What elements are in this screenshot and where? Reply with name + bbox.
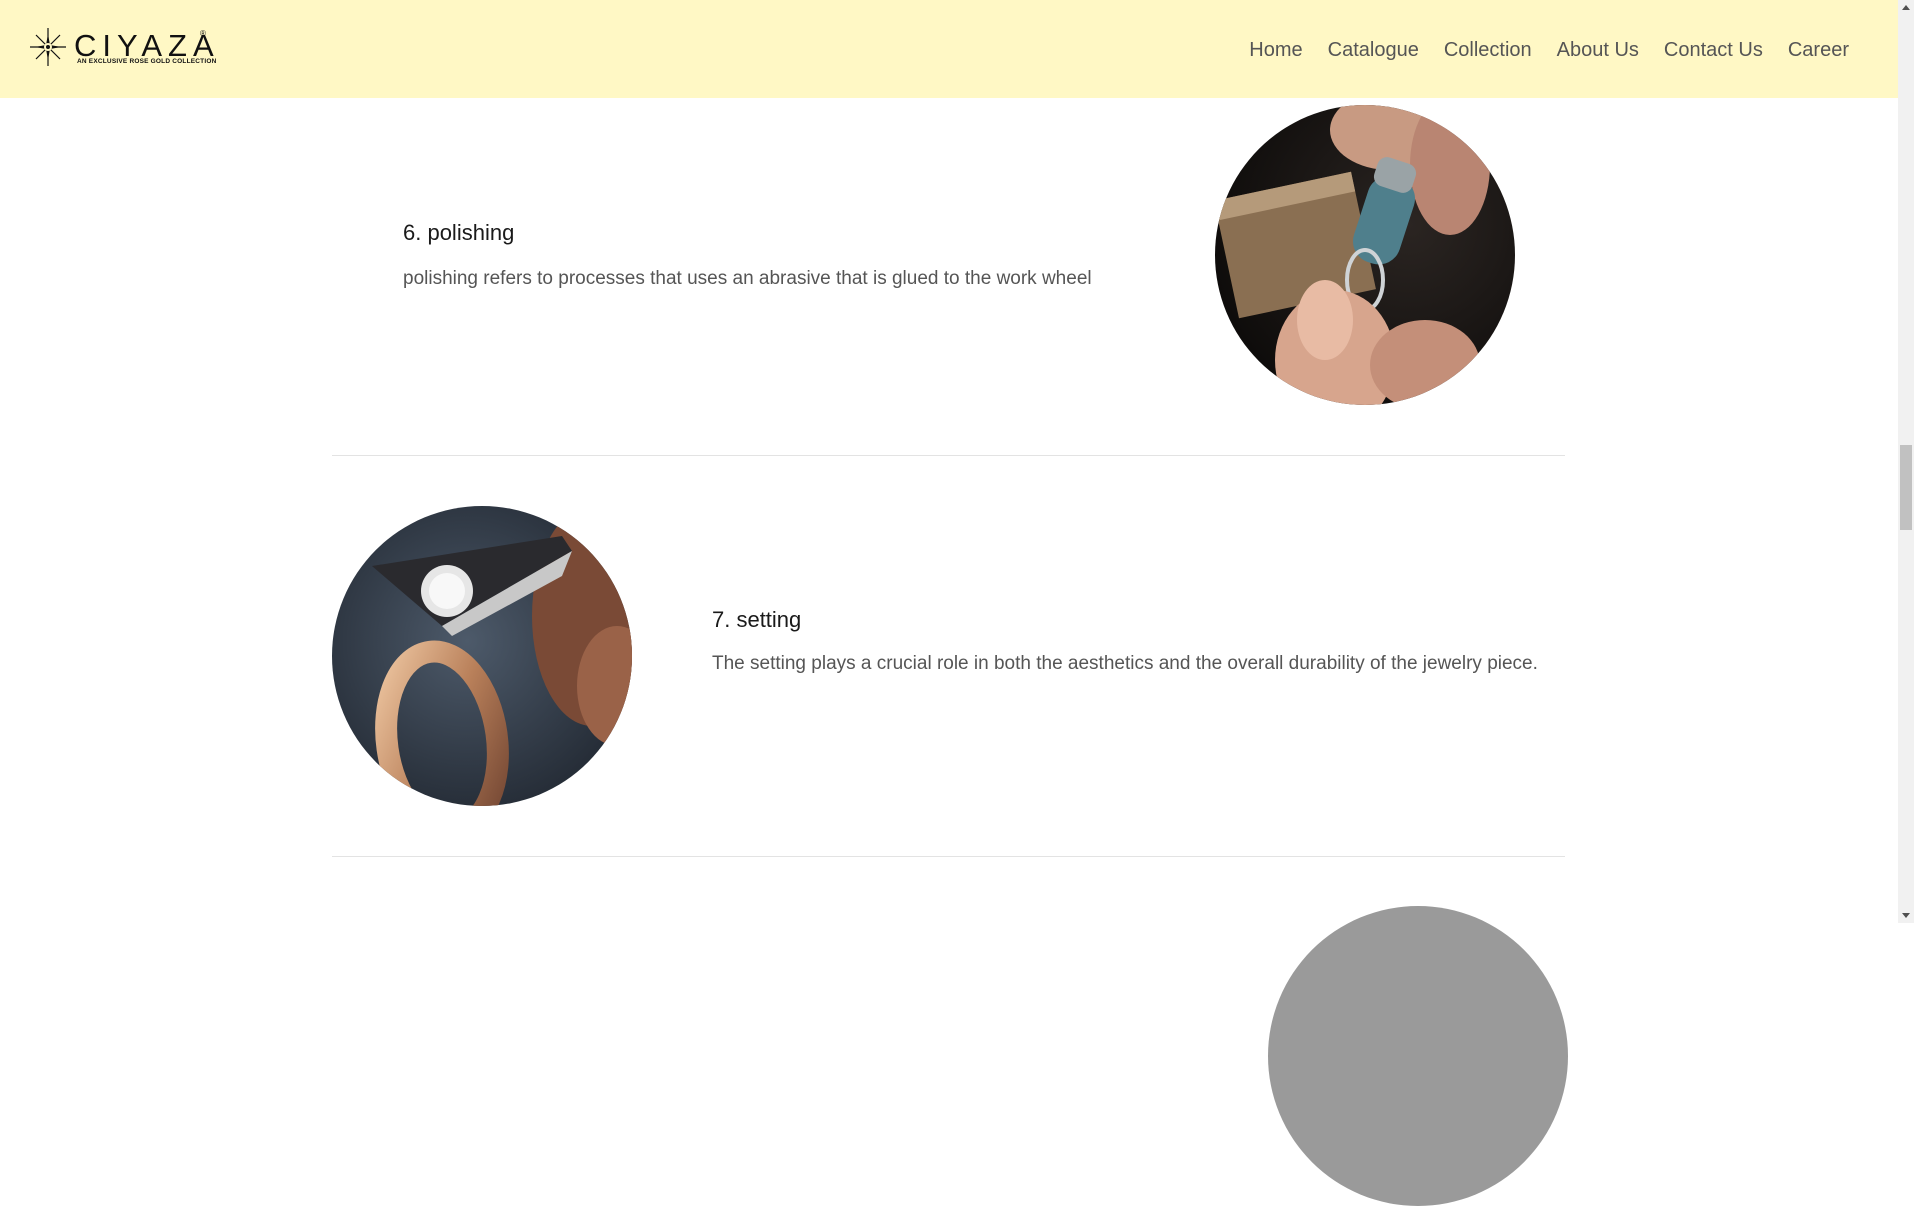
star-logo-icon [30, 28, 66, 66]
brand-tagline: AN EXCLUSIVE ROSE GOLD COLLECTION [77, 58, 217, 65]
diamond-setting-photo [332, 506, 632, 806]
ciyaza-logo[interactable]: CIYAZA ® AN EXCLUSIVE ROSE GOLD COLLECTI… [28, 26, 216, 70]
vertical-scrollbar[interactable] [1898, 0, 1914, 923]
step-title: 6. polishing [403, 220, 515, 245]
nav-catalogue[interactable]: Catalogue [1328, 38, 1419, 62]
brand-name: CIYAZA [74, 28, 220, 63]
nav-career[interactable]: Career [1788, 38, 1849, 62]
nav-collection[interactable]: Collection [1444, 38, 1532, 62]
next-step-photo [1268, 906, 1568, 1206]
scroll-up-arrow-icon[interactable] [1898, 0, 1914, 16]
step-description: The setting plays a crucial role in both… [712, 653, 1538, 674]
step-description: polishing refers to processes that uses … [403, 268, 1092, 289]
section-divider [332, 856, 1565, 857]
nav-contact-us[interactable]: Contact Us [1664, 38, 1763, 62]
nav-about-us[interactable]: About Us [1557, 38, 1639, 62]
main-nav: Home Catalogue Collection About Us Conta… [1224, 38, 1849, 62]
step-title: 7. setting [712, 607, 802, 632]
scrollbar-thumb[interactable] [1900, 445, 1912, 530]
ring-polishing-photo [1215, 105, 1515, 405]
scroll-down-arrow-icon[interactable] [1898, 907, 1914, 923]
nav-home[interactable]: Home [1249, 38, 1302, 62]
section-divider [332, 455, 1565, 456]
registered-mark: ® [200, 29, 206, 38]
site-header: CIYAZA ® AN EXCLUSIVE ROSE GOLD COLLECTI… [0, 0, 1898, 98]
